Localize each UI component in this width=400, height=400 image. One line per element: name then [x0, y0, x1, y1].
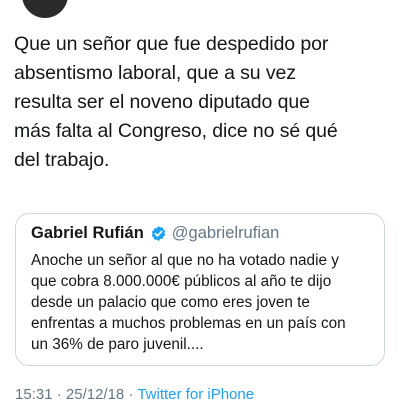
meta-separator: ·: [52, 386, 66, 400]
quoted-tweet-header: Gabriel Rufián @gabrielrufian: [31, 224, 279, 243]
tweet-time[interactable]: 15:31: [15, 386, 53, 400]
tweet-text: Que un señor que fue despedido por absen…: [14, 33, 338, 171]
avatar[interactable]: [22, 0, 68, 18]
tweet-source-link[interactable]: Twitter for iPhone: [137, 386, 254, 400]
quoted-author-handle[interactable]: @gabrielrufian: [172, 224, 280, 243]
tweet-detail-view: Que un señor que fue despedido por absen…: [0, 0, 400, 400]
meta-separator: ·: [124, 386, 138, 400]
tweet-date[interactable]: 25/12/18: [66, 386, 124, 400]
verified-badge-icon: [150, 225, 167, 242]
quoted-author-name[interactable]: Gabriel Rufián: [31, 224, 144, 243]
quoted-tweet-card[interactable]: Gabriel Rufián @gabrielrufian Anoche un …: [15, 213, 385, 366]
quoted-tweet-text: Anoche un señor al que no ha votado nadi…: [31, 252, 346, 353]
tweet-metadata: 15:31 · 25/12/18 · Twitter for iPhone: [15, 386, 254, 400]
